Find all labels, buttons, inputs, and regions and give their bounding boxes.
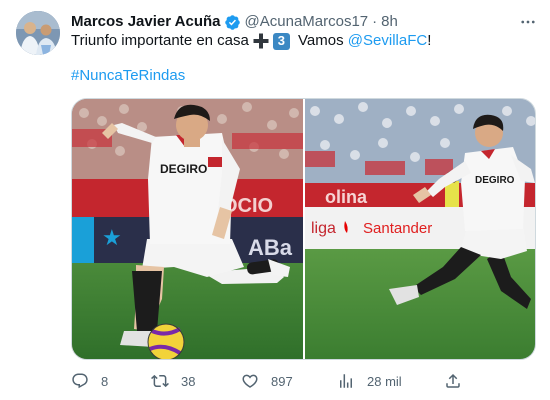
tweet-text-part: Vamos bbox=[293, 32, 348, 49]
action-bar: 8 38 897 28 mil bbox=[71, 370, 471, 392]
retweet-button[interactable]: 38 bbox=[151, 370, 195, 392]
avatar[interactable] bbox=[16, 11, 60, 55]
views-icon bbox=[340, 374, 352, 388]
photo-left[interactable]: OCIO ★ ABa 10 bbox=[72, 99, 303, 359]
tweet-text-part: ! bbox=[427, 32, 432, 49]
reply-icon bbox=[72, 373, 88, 389]
jersey-sponsor: DEGIRO bbox=[475, 175, 515, 186]
share-icon bbox=[446, 373, 460, 388]
reply-count: 8 bbox=[101, 373, 109, 389]
media-grid: OCIO ★ ABa 10 bbox=[71, 98, 536, 360]
keycap-number-icon: 3 bbox=[272, 32, 290, 50]
like-button[interactable]: 897 bbox=[241, 370, 293, 392]
ad-board-text: liga bbox=[311, 220, 336, 237]
author-name[interactable]: Marcos Javier Acuña bbox=[71, 12, 221, 32]
tweet[interactable]: Marcos Javier Acuña @AcunaMarcos17 · 8h … bbox=[0, 0, 550, 400]
tweet-header: Marcos Javier Acuña @AcunaMarcos17 · 8h bbox=[71, 12, 398, 32]
tweet-timestamp[interactable]: 8h bbox=[381, 12, 398, 32]
views-count: 28 mil bbox=[367, 373, 402, 389]
like-icon bbox=[242, 374, 258, 388]
share-button[interactable] bbox=[444, 370, 464, 392]
svg-text:★: ★ bbox=[102, 226, 122, 251]
ad-board-top-text: olina bbox=[325, 187, 368, 207]
heavy-plus-icon bbox=[252, 32, 270, 50]
ad-board-brand: Santander bbox=[363, 220, 432, 237]
jersey-sponsor: DEGIRO bbox=[160, 162, 207, 176]
retweet-icon bbox=[151, 374, 169, 388]
like-count: 897 bbox=[271, 373, 293, 389]
hashtag-link[interactable]: #NuncaTeRindas bbox=[71, 66, 185, 86]
verified-badge-icon bbox=[224, 14, 241, 31]
views-button[interactable]: 28 mil bbox=[337, 370, 402, 392]
reply-button[interactable]: 8 bbox=[71, 370, 108, 392]
separator-dot: · bbox=[372, 13, 378, 30]
more-icon[interactable] bbox=[516, 10, 540, 34]
author-handle[interactable]: @AcunaMarcos17 bbox=[245, 12, 369, 32]
tweet-text-part: Triunfo importante en casa bbox=[71, 32, 249, 49]
tweet-text: Triunfo importante en casa 3 Vamos @Sevi… bbox=[71, 31, 431, 51]
ad-board-text-2: ABa bbox=[248, 235, 293, 260]
retweet-count: 38 bbox=[181, 373, 196, 389]
photo-right[interactable]: olina liga Santander DEGIRO bbox=[305, 99, 535, 359]
mention-link[interactable]: @SevillaFC bbox=[348, 31, 427, 51]
